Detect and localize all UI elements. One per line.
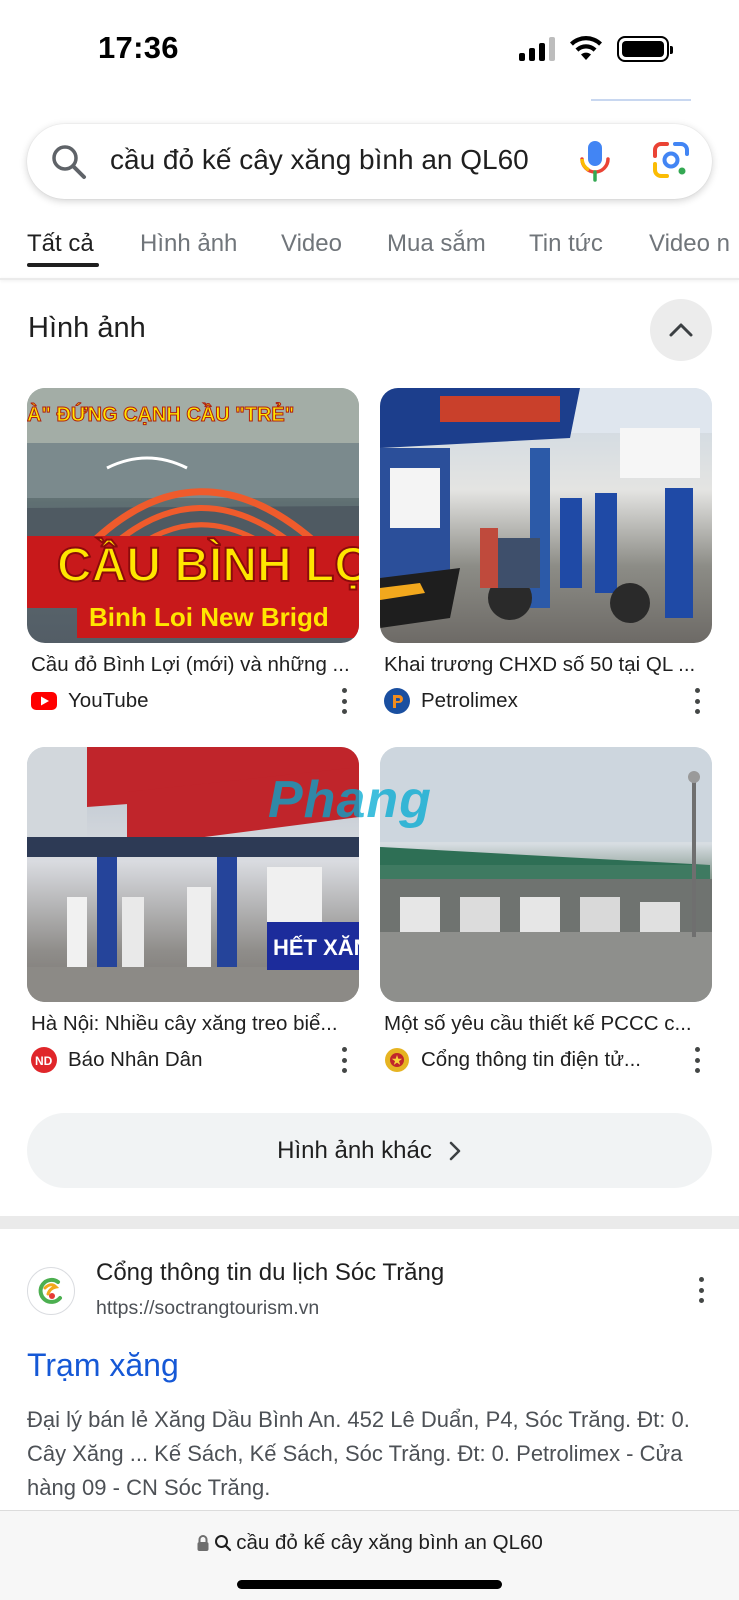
more-options-icon[interactable] (339, 1047, 349, 1073)
chevron-up-icon (669, 323, 693, 337)
tab-short-videos[interactable]: Video n (649, 230, 730, 258)
image-caption[interactable]: Một số yêu cầu thiết kế PCCC c... (384, 1012, 706, 1036)
tab-all[interactable]: Tất cả (27, 230, 94, 258)
image-result-card[interactable]: Khai trương CHXD số 50 tại QL ... Petrol… (380, 388, 712, 715)
thumbnail-overlay-subtitle: Binh Loi New Brigd (89, 602, 329, 632)
status-time: 17:36 (98, 30, 179, 65)
lock-icon (197, 1535, 209, 1551)
image-source: Petrolimex (384, 687, 712, 715)
status-bar: 17:36 (0, 0, 739, 100)
status-icons (519, 36, 673, 62)
images-section-title: Hình ảnh (28, 312, 146, 344)
site-favicon[interactable] (27, 1267, 75, 1315)
watermark-text: Phang (268, 771, 432, 829)
search-icon[interactable] (49, 142, 89, 182)
address-bar-text[interactable]: cầu đỏ kế cây xăng bình an QL60 (236, 1531, 543, 1555)
source-name: Petrolimex (421, 689, 518, 712)
source-name: YouTube (68, 689, 149, 712)
chevron-right-icon (449, 1141, 461, 1160)
search-icon (215, 1535, 232, 1552)
more-options-icon[interactable] (692, 1047, 702, 1073)
lens-icon[interactable] (651, 140, 691, 182)
source-name: Cổng thông tin điện tử... (421, 1048, 642, 1071)
browser-address-bar[interactable]: cầu đỏ kế cây xăng bình an QL60 (0, 1510, 739, 1600)
source-name: Báo Nhân Dân (68, 1048, 203, 1071)
cellular-signal-icon (519, 37, 555, 61)
more-options-icon[interactable] (339, 688, 349, 714)
tab-shopping[interactable]: Mua sắm (387, 230, 486, 258)
wifi-icon (570, 36, 602, 60)
government-emblem-icon (385, 1048, 409, 1072)
active-tab-indicator (27, 263, 99, 267)
mic-icon[interactable] (575, 138, 615, 184)
petrolimex-logo-icon (384, 688, 410, 714)
image-caption[interactable]: Hà Nội: Nhiều cây xăng treo biể... (31, 1012, 353, 1036)
tabs-divider (0, 278, 739, 280)
svg-text:ND: ND (35, 1054, 53, 1068)
more-images-button[interactable]: Hình ảnh khác (27, 1113, 712, 1188)
search-input[interactable]: cầu đỏ kế cây xăng bình an QL60 (110, 144, 529, 176)
result-site-name[interactable]: Cổng thông tin du lịch Sóc Trăng (96, 1259, 444, 1287)
image-thumbnail[interactable]: À" ĐỨNG CẠNH CẦU "TRẺ" CẦU BÌNH LỢ Binh … (27, 388, 359, 643)
gas-station-thumbnail-graphic (380, 388, 712, 628)
result-url[interactable]: https://soctrangtourism.vn (96, 1297, 319, 1320)
battery-icon (617, 36, 673, 62)
home-indicator[interactable] (237, 1580, 502, 1589)
result-title-link[interactable]: Trạm xăng (27, 1347, 179, 1384)
youtube-logo-icon (31, 692, 57, 710)
thumbnail-overlay-text: À" ĐỨNG CẠNH CẦU "TRẺ" (27, 404, 295, 427)
more-options-icon[interactable] (692, 688, 702, 714)
tab-videos[interactable]: Video (281, 230, 342, 258)
image-source: YouTube (31, 687, 359, 715)
soc-trang-tourism-logo-icon (38, 1277, 62, 1304)
search-tabs: Tất cả Hình ảnh Video Mua sắm Tin tức Vi… (0, 226, 739, 280)
tab-images[interactable]: Hình ảnh (140, 230, 237, 258)
address-bar-row[interactable]: cầu đỏ kế cây xăng bình an QL60 (0, 1531, 739, 1555)
result-more-options-icon[interactable] (696, 1277, 706, 1303)
section-separator (0, 1216, 739, 1229)
result-snippet: Đại lý bán lẻ Xăng Dầu Bình An. 452 Lê D… (27, 1407, 690, 1500)
thumbnail-overlay-title: CẦU BÌNH LỢ (56, 538, 359, 593)
search-box[interactable]: cầu đỏ kế cây xăng bình an QL60 (27, 124, 712, 199)
image-source: Cổng thông tin điện tử... (384, 1046, 712, 1074)
collapse-images-button[interactable] (650, 299, 712, 361)
image-result-card[interactable]: À" ĐỨNG CẠNH CẦU "TRẺ" CẦU BÌNH LỢ Binh … (27, 388, 359, 715)
nhan-dan-logo-icon: ND (31, 1047, 57, 1073)
image-source: ND Báo Nhân Dân (31, 1046, 359, 1074)
scroll-indicator (591, 99, 691, 101)
tab-news[interactable]: Tin tức (529, 230, 603, 258)
more-images-label: Hình ảnh khác (277, 1136, 432, 1164)
image-thumbnail[interactable] (380, 388, 712, 643)
thumbnail-sign-text: HẾT XĂNG (273, 935, 359, 960)
image-caption[interactable]: Cầu đỏ Bình Lợi (mới) và những ... (31, 653, 353, 677)
image-caption[interactable]: Khai trương CHXD số 50 tại QL ... (384, 653, 706, 677)
